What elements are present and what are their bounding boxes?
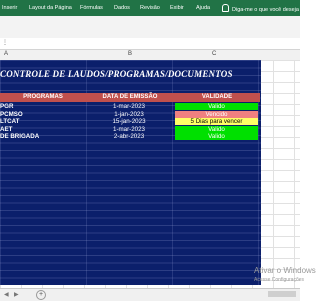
column-header-a[interactable]: A: [4, 51, 8, 57]
tell-me-text: Diga-me o que você deseja fazer: [232, 7, 313, 13]
windows-activation-subtext: Acesse Configurações: [254, 277, 305, 283]
validity-status: Valido: [175, 103, 258, 110]
program-name: PCMSO: [0, 110, 23, 118]
table-row[interactable]: LTCAT 15-jan-2023 5 Dias para vencer: [0, 118, 261, 126]
formula-bar[interactable]: ⋮: [0, 38, 300, 50]
emission-date: 1-mar-2023: [113, 103, 145, 110]
ribbon-tabs: Inserir Layout da Página Fórmulas Dados …: [0, 0, 313, 16]
sheet-title: CONTROLE DE LAUDOS/PROGRAMAS/DOCUMENTOS: [0, 69, 233, 79]
tab-revisao[interactable]: Revisão: [140, 5, 160, 11]
validity-status: Valido: [175, 133, 258, 140]
emission-date: 15-jan-2023: [112, 118, 146, 125]
column-header-b[interactable]: B: [128, 51, 132, 57]
column-header-c[interactable]: C: [212, 51, 216, 57]
program-name: DE BRIGADA: [0, 133, 40, 140]
tab-exibir[interactable]: Exibir: [170, 5, 184, 11]
header-validade: VALIDADE: [174, 93, 260, 102]
program-name: PGR: [0, 103, 14, 110]
table-row[interactable]: PCMSO 1-jan-2023 Vencido: [0, 110, 261, 119]
tab-dados[interactable]: Dados: [114, 5, 130, 11]
tell-me-search[interactable]: Diga-me o que você deseja fazer: [222, 4, 313, 13]
scroll-left-icon[interactable]: ◀: [4, 291, 9, 298]
tab-layout-da-pagina[interactable]: Layout da Página: [29, 5, 72, 11]
tab-ajuda[interactable]: Ajuda: [196, 5, 210, 11]
emission-date: 2-abr-2023: [113, 133, 145, 140]
scroll-right-icon[interactable]: ▶: [14, 291, 19, 298]
program-name: LTCAT: [0, 118, 20, 125]
tab-inserir[interactable]: Inserir: [2, 5, 17, 11]
windows-activation-watermark: Ativar o Windows: [254, 266, 316, 275]
lightbulb-icon: [222, 4, 229, 12]
horizontal-scrollbar[interactable]: [268, 291, 296, 297]
ribbon-toolbar: [0, 16, 300, 39]
validity-status: Vencido: [175, 110, 258, 118]
table-row[interactable]: PGR 1-mar-2023 Valido: [0, 103, 261, 111]
table-row[interactable]: AET 1-mar-2023 Valido: [0, 125, 261, 134]
tab-formulas[interactable]: Fórmulas: [80, 5, 103, 11]
add-sheet-icon[interactable]: +: [36, 290, 46, 300]
fx-icon: ⋮: [2, 40, 8, 46]
header-programas: PROGRAMAS: [0, 93, 86, 102]
emission-date: 1-jan-2023: [114, 110, 144, 118]
emission-date: 1-mar-2023: [113, 125, 145, 133]
validity-status: Valido: [175, 125, 258, 133]
validity-status: 5 Dias para vencer: [175, 118, 258, 125]
program-name: AET: [0, 125, 13, 133]
header-data-emissao: DATA DE EMISSÃO: [86, 93, 174, 102]
table-row[interactable]: DE BRIGADA 2-abr-2023 Valido: [0, 133, 261, 141]
sheet-tab-bar: ◀ ▶ +: [0, 288, 300, 301]
